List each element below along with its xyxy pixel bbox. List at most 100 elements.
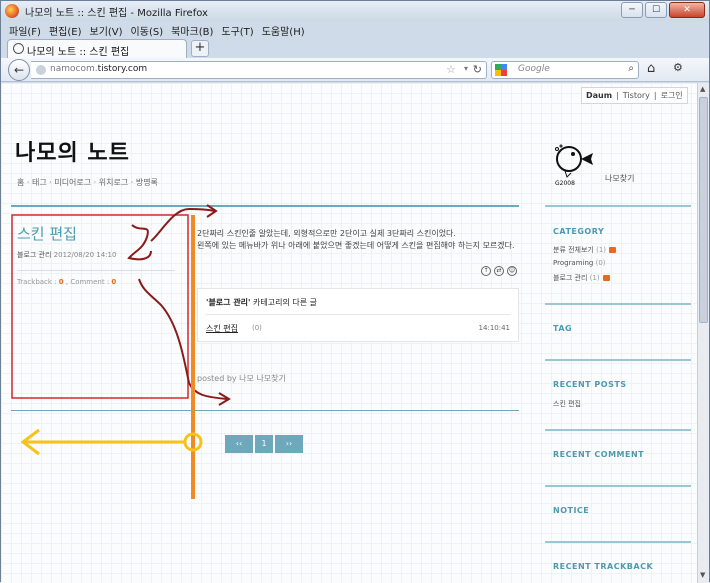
tab-label: 나모의 노트 :: 스킨 편집 [27, 47, 130, 58]
title-bar: 나모의 노트 :: 스킨 편집 - Mozilla Firefox ─ ☐ ✕ [1, 1, 709, 21]
blog-nav[interactable]: 홈 · 태그 · 미디어로그 · 위치로그 · 방명록 [17, 177, 158, 188]
category-heading: CATEGORY [553, 227, 605, 236]
new-badge-icon [609, 247, 617, 253]
category-item[interactable]: 분류 전체보기 (1) [553, 245, 617, 255]
related-category-name[interactable]: '블로그 관리' [206, 298, 250, 307]
menu-history[interactable]: 이동(S) [127, 22, 168, 38]
window-title: 나모의 노트 :: 스킨 편집 - Mozilla Firefox [25, 8, 208, 19]
sidebar-divider [545, 429, 691, 431]
tab-bar: 나모의 노트 :: 스킨 편집 + [1, 38, 709, 58]
post-body-line-1: 2단짜리 스킨인줄 알았는데, 외형적으로만 2단이고 실제 3단짜리 스킨이었… [197, 229, 456, 238]
back-button[interactable]: ← [8, 59, 30, 81]
page-scrollbar[interactable]: ▲ ▼ [697, 83, 709, 583]
addon-icon[interactable]: ⚙ [673, 61, 683, 74]
daum-link[interactable]: Daum [586, 91, 612, 100]
google-icon[interactable] [495, 64, 507, 76]
related-posts-box: '블로그 관리' 카테고리의 다른 글 스킨 편집 (0) 14:10:41 [197, 288, 519, 342]
owner-name[interactable]: 나모찾기 [605, 173, 634, 184]
page-number-button[interactable]: 1 [255, 435, 273, 453]
content-divider-top [11, 205, 519, 207]
url-host-prefix: namocom. [50, 64, 98, 74]
tag-heading: TAG [553, 324, 573, 333]
share-icon-3[interactable]: ☺ [507, 266, 517, 276]
menu-tools[interactable]: 도구(T) [217, 22, 257, 38]
tab-active[interactable]: 나모의 노트 :: 스킨 편집 [7, 39, 187, 58]
post-date: 2012/08/20 14:10 [53, 251, 117, 259]
url-dropdown-icon[interactable]: ▾ [464, 64, 468, 73]
sidebar-divider [545, 303, 691, 305]
scroll-down-icon[interactable]: ▼ [700, 571, 705, 579]
post-trackback-comment: Trackback : 0 , Comment : 0 [17, 278, 116, 286]
search-bar[interactable]: Google ⌕ [491, 61, 639, 79]
search-icon[interactable]: ⌕ [628, 63, 634, 74]
category-name[interactable]: Programing [553, 259, 593, 267]
firefox-icon [5, 4, 19, 18]
post-title[interactable]: 스킨 편집 [17, 223, 77, 244]
tab-favicon-icon [13, 43, 24, 54]
tistory-link[interactable]: Tistory [623, 91, 650, 100]
new-badge-icon [602, 275, 610, 281]
related-post-link[interactable]: 스킨 편집 [206, 323, 238, 334]
recent-posts-heading: RECENT POSTS [553, 380, 627, 389]
category-count: (0) [595, 259, 606, 267]
menu-edit[interactable]: 편집(E) [45, 22, 86, 38]
avatar: G2008 [555, 144, 593, 187]
login-link[interactable]: 로그인 [661, 90, 683, 101]
search-placeholder: Google [518, 64, 550, 74]
comment-label[interactable]: , Comment : [64, 278, 112, 286]
pagination: ‹‹ 1 ›› [225, 435, 303, 453]
category-name[interactable]: 블로그 관리 [553, 274, 587, 282]
scroll-up-icon[interactable]: ▲ [700, 85, 705, 93]
avatar-caption: G2008 [555, 180, 575, 187]
sidebar-divider [545, 485, 691, 487]
url-bar[interactable]: namocom.tistory.com ☆ ▾ ↻ [31, 61, 487, 79]
separator: | [653, 91, 657, 100]
next-page-button[interactable]: ›› [275, 435, 303, 453]
recent-comment-heading: RECENT COMMENT [553, 450, 645, 459]
blog-title[interactable]: 나모의 노트 [15, 135, 130, 167]
trackback-label[interactable]: Trackback : [17, 278, 59, 286]
menu-bar: 파일(F) 편집(E) 보기(V) 이동(S) 북마크(B) 도구(T) 도움말… [1, 22, 709, 38]
notice-heading: NOTICE [553, 506, 590, 515]
reload-icon[interactable]: ↻ [473, 63, 482, 76]
maximize-button[interactable]: ☐ [645, 2, 667, 18]
recent-trackback-heading: RECENT TRACKBACK [553, 562, 654, 571]
menu-help[interactable]: 도움말(H) [258, 22, 309, 38]
posted-by: posted by 나모 나모찾기 [197, 374, 286, 383]
browser-window: 나모의 노트 :: 스킨 편집 - Mozilla Firefox ─ ☐ ✕ … [0, 0, 710, 583]
share-icons: ↑ ⇄ ☺ [481, 266, 517, 276]
recent-post-item[interactable]: 스킨 편집 [553, 399, 581, 409]
related-heading-rest: 카테고리의 다른 글 [250, 298, 317, 307]
category-count: (1) [596, 246, 607, 254]
menu-view[interactable]: 보기(V) [86, 22, 127, 38]
menu-file[interactable]: 파일(F) [5, 22, 45, 38]
home-icon[interactable]: ⌂ [647, 61, 655, 76]
post-body-line-2: 왼쪽에 있는 메뉴바가 위나 아래에 붙었으면 좋겠는데 어떻게 스킨을 편집해… [197, 241, 515, 250]
share-icon-1[interactable]: ↑ [481, 266, 491, 276]
related-post-time: 14:10:41 [478, 324, 510, 332]
related-divider [206, 314, 510, 315]
scroll-thumb[interactable] [699, 97, 708, 323]
post-body: 2단짜리 스킨인줄 알았는데, 외형적으로만 2단이고 실제 3단짜리 스킨이었… [197, 228, 519, 252]
category-count: (1) [589, 274, 600, 282]
related-posts-heading: '블로그 관리' 카테고리의 다른 글 [206, 297, 317, 308]
comment-count[interactable]: 0 [111, 278, 116, 286]
category-name[interactable]: 분류 전체보기 [553, 246, 594, 254]
window-controls: ─ ☐ ✕ [621, 2, 705, 18]
content-divider-bottom [11, 410, 519, 411]
top-links: Daum | Tistory | 로그인 [581, 87, 688, 104]
share-icon-2[interactable]: ⇄ [494, 266, 504, 276]
star-icon[interactable]: ☆ [446, 63, 456, 76]
minimize-button[interactable]: ─ [621, 2, 643, 18]
close-button[interactable]: ✕ [669, 2, 705, 18]
menu-bookmarks[interactable]: 북마크(B) [167, 22, 217, 38]
new-tab-button[interactable]: + [191, 40, 209, 57]
category-item[interactable]: 블로그 관리 (1) [553, 273, 610, 283]
globe-icon [36, 65, 46, 75]
separator: | [616, 91, 619, 100]
post-meta: 블로그 관리 2012/08/20 14:10 [17, 250, 116, 260]
category-item[interactable]: Programing (0) [553, 259, 606, 267]
url-text: namocom.tistory.com [50, 64, 147, 74]
prev-page-button[interactable]: ‹‹ [225, 435, 253, 453]
post-category[interactable]: 블로그 관리 [17, 251, 51, 259]
